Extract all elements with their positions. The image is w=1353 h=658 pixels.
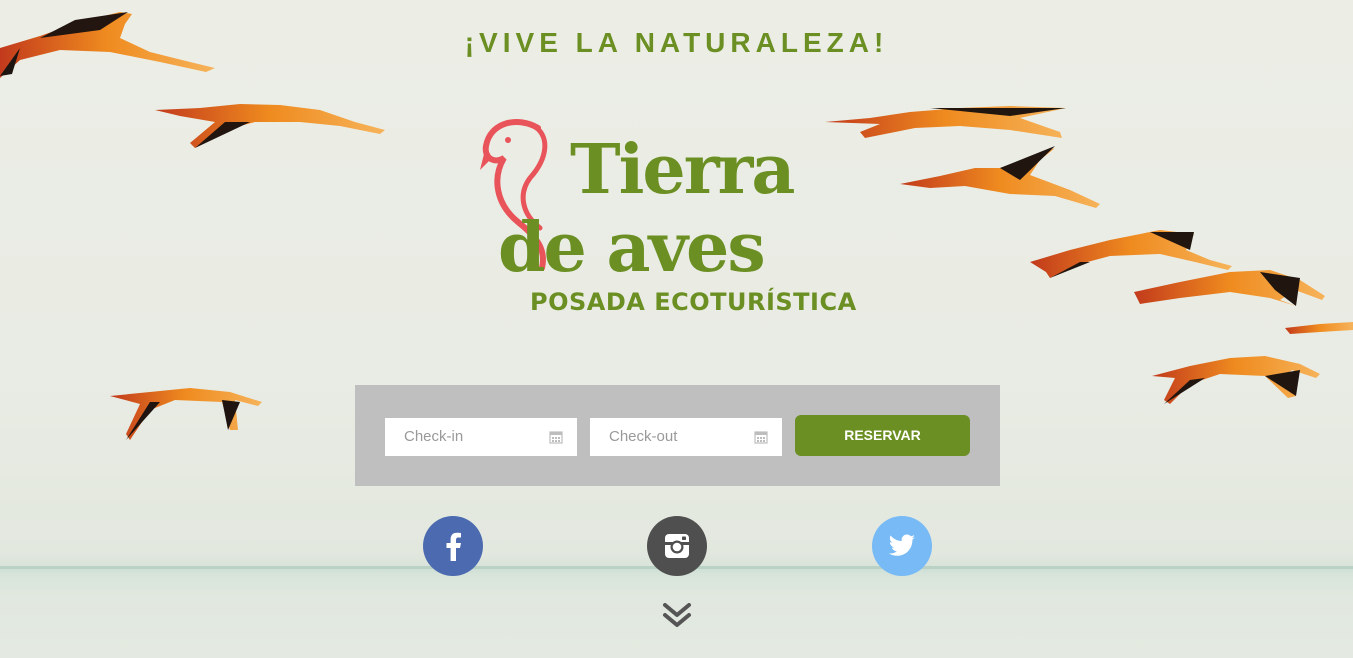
hero-tagline: ¡VIVE LA NATURALEZA! xyxy=(464,27,889,58)
site-logo[interactable]: Tierra de aves POSADA ECOTURÍSTICA xyxy=(478,118,878,323)
flamingo-8 xyxy=(1285,322,1353,334)
instagram-button[interactable] xyxy=(647,516,707,576)
checkout-placeholder: Check-out xyxy=(609,428,678,445)
checkout-field[interactable]: Check-out xyxy=(590,418,782,456)
flamingo-9 xyxy=(1152,356,1320,404)
facebook-button[interactable] xyxy=(423,516,483,576)
logo-line-2: de aves xyxy=(498,208,766,288)
logo-subtitle: POSADA ECOTURÍSTICA xyxy=(530,288,857,316)
flamingo-6 xyxy=(1030,230,1232,278)
booking-form: Check-in Check-out RESERVAR xyxy=(355,385,1000,486)
checkin-placeholder: Check-in xyxy=(404,428,464,445)
flamingo-3 xyxy=(110,388,262,440)
twitter-icon xyxy=(888,534,915,556)
checkin-field[interactable]: Check-in xyxy=(385,418,577,456)
flamingo-2 xyxy=(155,104,385,148)
flamingo-5 xyxy=(900,146,1100,208)
logo-line-1: Tierra xyxy=(570,130,795,210)
facebook-icon xyxy=(446,532,461,561)
reserve-button[interactable]: RESERVAR xyxy=(795,415,970,456)
instagram-icon xyxy=(665,534,689,558)
twitter-button[interactable] xyxy=(872,516,932,576)
calendar-icon xyxy=(549,431,563,444)
flamingo-7 xyxy=(1134,270,1325,306)
double-chevron-down-icon[interactable] xyxy=(662,603,692,629)
calendar-icon xyxy=(754,431,768,444)
